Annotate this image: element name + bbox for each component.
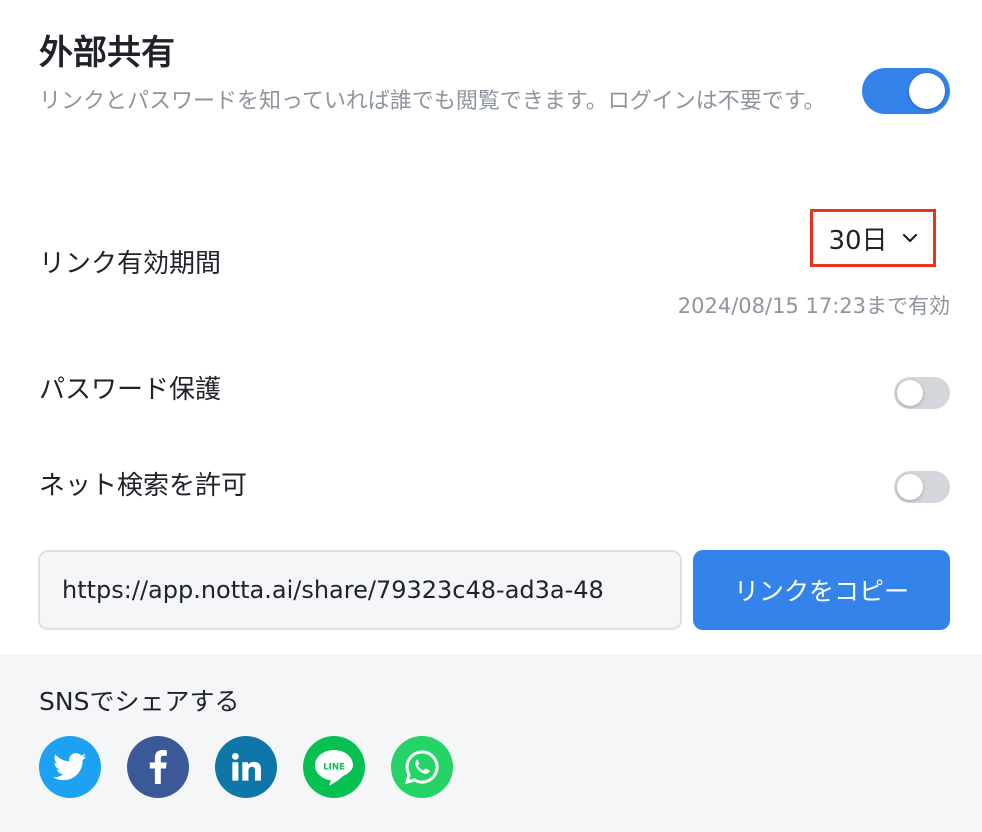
toggle-knob	[897, 380, 923, 406]
facebook-share-button[interactable]	[127, 736, 189, 798]
sns-section-title: SNSでシェアする	[39, 687, 240, 716]
toggle-knob	[909, 73, 945, 109]
twitter-share-button[interactable]	[39, 736, 101, 798]
password-protection-label: パスワード保護	[39, 375, 222, 405]
search-indexing-label: ネット検索を許可	[39, 471, 248, 501]
panel-title: 外部共有	[39, 33, 175, 73]
twitter-icon	[53, 753, 87, 781]
sns-share-section: SNSでシェアする LINE	[0, 654, 982, 832]
toggle-knob	[897, 474, 923, 500]
link-expiry-note: 2024/08/15 17:23まで有効	[677, 294, 950, 318]
facebook-icon	[149, 750, 167, 784]
linkedin-share-button[interactable]	[215, 736, 277, 798]
link-expiry-select[interactable]: 30日	[810, 209, 936, 267]
external-share-panel: 外部共有 リンクとパスワードを知っていれば誰でも閲覧できます。ログインは不要です…	[0, 0, 982, 832]
line-icon: LINE	[315, 750, 353, 786]
external-share-toggle[interactable]	[862, 68, 950, 114]
line-share-button[interactable]: LINE	[303, 736, 365, 798]
link-expiry-value: 30日	[828, 225, 888, 256]
search-indexing-toggle[interactable]	[894, 471, 950, 503]
whatsapp-icon	[404, 750, 439, 785]
link-expiry-label: リンク有効期間	[39, 249, 222, 279]
password-protection-toggle[interactable]	[894, 377, 950, 409]
whatsapp-share-button[interactable]	[391, 736, 453, 798]
copy-link-button[interactable]: リンクをコピー	[693, 550, 950, 630]
chevron-down-icon	[902, 233, 917, 243]
linkedin-icon	[231, 752, 261, 781]
svg-text:LINE: LINE	[323, 763, 345, 773]
panel-description: リンクとパスワードを知っていれば誰でも閲覧できます。ログインは不要です。	[39, 89, 826, 114]
share-link-input[interactable]	[38, 550, 682, 630]
